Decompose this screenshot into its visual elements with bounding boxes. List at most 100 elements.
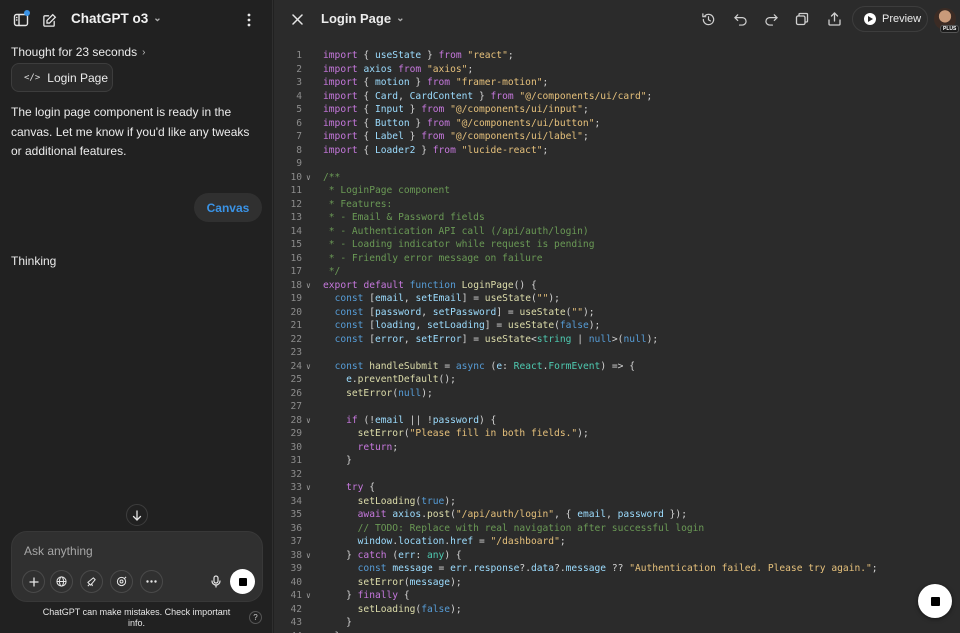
- code-token: {: [398, 590, 410, 601]
- history-icon[interactable]: [698, 9, 718, 29]
- code-token: );: [583, 306, 595, 318]
- code-token: ?.: [554, 563, 566, 574]
- fold-chevron-icon[interactable]: ∨: [306, 549, 311, 563]
- line-number: 37: [290, 536, 302, 547]
- code-text: * - Email & Password fields: [323, 211, 485, 225]
- code-line: 36 // TODO: Replace with real navigation…: [274, 522, 960, 536]
- add-attachment-button[interactable]: [22, 570, 45, 593]
- sidebar-toggle-icon[interactable]: [10, 9, 32, 31]
- code-token: message: [409, 576, 451, 588]
- code-text: }: [323, 454, 352, 468]
- code-token: ??: [606, 563, 630, 574]
- code-token: "react": [467, 50, 508, 61]
- line-number: 13: [290, 212, 302, 223]
- code-token: {: [357, 104, 375, 115]
- code-token: |: [571, 333, 589, 345]
- code-token: password: [375, 306, 422, 318]
- more-options-icon[interactable]: [241, 10, 257, 30]
- code-token: [: [363, 320, 376, 331]
- code-token: href: [450, 536, 474, 547]
- code-token: ) => {: [600, 360, 635, 372]
- microphone-icon[interactable]: [205, 570, 227, 592]
- fold-chevron-icon[interactable]: ∨: [306, 481, 311, 495]
- code-token: ;: [871, 563, 878, 574]
- code-token: }: [409, 77, 427, 88]
- code-text: if (!email || !password) {: [323, 414, 496, 428]
- code-text: return;: [323, 441, 398, 455]
- fold-chevron-icon[interactable]: ∨: [306, 279, 311, 293]
- code-line: 33 ∨ try {: [274, 481, 960, 495]
- preview-button[interactable]: Preview: [852, 6, 928, 32]
- stop-generating-button[interactable]: [230, 569, 255, 594]
- code-text: // TODO: Replace with real navigation af…: [323, 522, 705, 536]
- code-token: {: [357, 144, 375, 156]
- code-line: 23: [274, 346, 960, 360]
- line-number: 20: [290, 306, 302, 318]
- code-token: useState: [374, 50, 422, 61]
- line-number: 21: [290, 320, 302, 331]
- code-text: * - Authentication API call (/api/auth/l…: [323, 225, 589, 239]
- image-create-icon[interactable]: [110, 570, 133, 593]
- code-token: loading: [375, 320, 416, 331]
- plan-badge: PLUS: [940, 25, 960, 33]
- code-token: handleSubmit: [369, 360, 439, 372]
- fold-chevron-icon[interactable]: ∨: [306, 360, 311, 374]
- model-selector[interactable]: ChatGPT o3 ⌄: [71, 11, 162, 26]
- document-title-menu[interactable]: Login Page ⌄: [321, 11, 404, 26]
- line-number: 40: [290, 576, 302, 588]
- code-text: import { Loader2 } from "lucide-react";: [323, 144, 548, 158]
- model-name: ChatGPT o3: [71, 11, 149, 26]
- new-chat-icon[interactable]: [38, 9, 60, 31]
- code-token: setEmail: [415, 293, 462, 304]
- line-number: 26: [290, 387, 302, 399]
- help-button[interactable]: ?: [249, 611, 262, 624]
- fold-chevron-icon[interactable]: ∨: [306, 414, 311, 428]
- code-token: * - Loading indicator while request is p…: [323, 239, 595, 250]
- code-token: );: [421, 387, 433, 399]
- code-line: 4 import { Card, CardContent } from "@/co…: [274, 90, 960, 104]
- code-token: // TODO: Replace with real navigation af…: [357, 522, 705, 534]
- code-token: }: [323, 590, 358, 601]
- code-text: const message = err.response?.data?.mess…: [323, 562, 878, 576]
- code-token: ;: [392, 441, 399, 453]
- undo-icon[interactable]: [730, 9, 750, 29]
- scroll-down-button[interactable]: [126, 504, 148, 526]
- line-number: 5: [296, 104, 302, 115]
- code-line: 34 setLoading(true);: [274, 495, 960, 509]
- code-text: import { Label } from "@/components/ui/l…: [323, 130, 589, 144]
- code-line: 27: [274, 400, 960, 414]
- code-token: (: [386, 549, 399, 561]
- stop-button[interactable]: [918, 584, 952, 618]
- code-token: ;: [542, 77, 549, 88]
- code-token: await: [357, 509, 387, 520]
- globe-icon[interactable]: [50, 570, 73, 593]
- code-token: * - Friendly error message on failure: [323, 252, 543, 264]
- code-token: }: [415, 144, 433, 156]
- code-token: function: [409, 279, 456, 291]
- canvas-chip[interactable]: </> Login Page: [11, 63, 113, 92]
- telescope-icon[interactable]: [80, 570, 103, 593]
- close-icon[interactable]: [288, 10, 306, 28]
- copy-icon[interactable]: [792, 9, 812, 29]
- share-icon[interactable]: [824, 9, 844, 29]
- fold-chevron-icon[interactable]: ∨: [306, 171, 311, 185]
- code-editor[interactable]: 1 import { useState } from "react"; 2 impor…: [274, 49, 960, 633]
- code-token: "": [571, 306, 584, 318]
- code-text: window.location.href = "/dashboard";: [323, 535, 566, 549]
- more-tools-icon[interactable]: [140, 570, 163, 593]
- redo-icon[interactable]: [761, 9, 781, 29]
- message-input[interactable]: [24, 542, 224, 560]
- code-token: ) {: [479, 414, 497, 426]
- code-token: async: [455, 360, 485, 372]
- code-line: 19 const [email, setEmail] = useState(""…: [274, 292, 960, 306]
- code-token: Card: [374, 90, 399, 102]
- fold-chevron-icon[interactable]: ∨: [306, 589, 311, 603]
- thought-toggle[interactable]: Thought for 23 seconds ›: [11, 45, 145, 59]
- code-token: "@/components/ui/card": [519, 90, 647, 102]
- code-token: catch: [357, 549, 387, 561]
- code-text: const handleSubmit = async (e: React.For…: [323, 360, 635, 374]
- line-number: 25: [290, 374, 302, 385]
- code-token: >(: [611, 333, 624, 345]
